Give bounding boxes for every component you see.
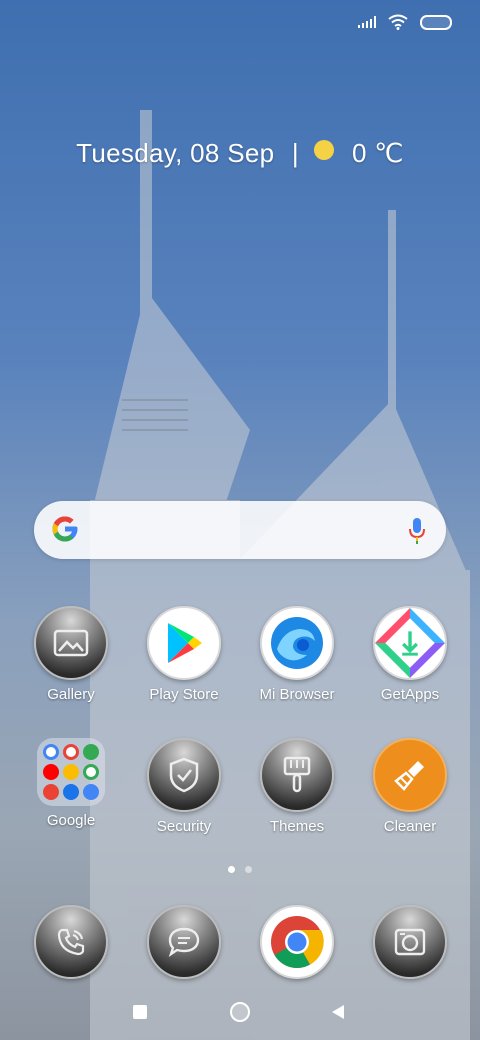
shield-icon	[147, 738, 221, 812]
app-label: Cleaner	[383, 818, 437, 835]
sun-icon	[314, 140, 335, 160]
app-security[interactable]: Security	[129, 738, 239, 835]
date-text: Tuesday, 08 Sep	[76, 138, 275, 168]
app-mi-browser[interactable]: Mi Browser	[242, 606, 352, 703]
status-bar	[358, 10, 452, 34]
recents-icon	[133, 1005, 147, 1019]
app-getapps[interactable]: GetApps	[355, 606, 465, 703]
battery-icon	[420, 14, 452, 30]
separator: |	[291, 138, 299, 168]
back-button[interactable]	[308, 994, 368, 1030]
play-store-icon	[147, 606, 221, 680]
navigation-bar	[0, 994, 480, 1030]
page-indicator[interactable]	[0, 866, 480, 873]
mi-browser-icon	[260, 606, 334, 680]
phone-icon	[34, 905, 108, 979]
wifi-icon	[388, 14, 408, 30]
broom-icon	[373, 738, 447, 812]
dock-chrome[interactable]	[242, 905, 352, 979]
app-label: Mi Browser	[259, 686, 335, 703]
app-gallery[interactable]: Gallery	[16, 606, 126, 703]
messages-icon	[147, 905, 221, 979]
app-label: Security	[156, 818, 212, 835]
app-themes[interactable]: Themes	[242, 738, 352, 835]
camera-icon	[373, 905, 447, 979]
page-dot	[245, 866, 252, 873]
home-icon	[230, 1002, 250, 1022]
back-icon	[332, 1005, 344, 1019]
app-cleaner[interactable]: Cleaner	[355, 738, 465, 835]
recents-button[interactable]	[110, 994, 170, 1030]
google-g-icon	[52, 516, 78, 542]
page-dot-active	[228, 866, 235, 873]
app-label: Google	[46, 812, 96, 829]
date-weather-widget[interactable]: Tuesday, 08 Sep | 0 ℃	[0, 138, 480, 169]
mic-icon[interactable]	[408, 517, 426, 545]
app-label: GetApps	[380, 686, 440, 703]
app-google-folder[interactable]: Google	[16, 738, 126, 829]
brush-icon	[260, 738, 334, 812]
dock-camera[interactable]	[355, 905, 465, 979]
app-label: Play Store	[149, 686, 219, 703]
app-label: Themes	[269, 818, 325, 835]
google-search-bar[interactable]	[34, 501, 446, 559]
signal-icon	[358, 16, 376, 28]
app-label: Gallery	[47, 686, 95, 703]
dock-phone[interactable]	[16, 905, 126, 979]
getapps-icon	[373, 606, 447, 680]
gallery-icon	[34, 606, 108, 680]
app-play-store[interactable]: Play Store	[129, 606, 239, 703]
chrome-icon	[260, 905, 334, 979]
google-folder-icon	[37, 738, 105, 806]
dock-messages[interactable]	[129, 905, 239, 979]
home-button[interactable]	[210, 994, 270, 1030]
temperature-text: 0 ℃	[352, 138, 404, 168]
